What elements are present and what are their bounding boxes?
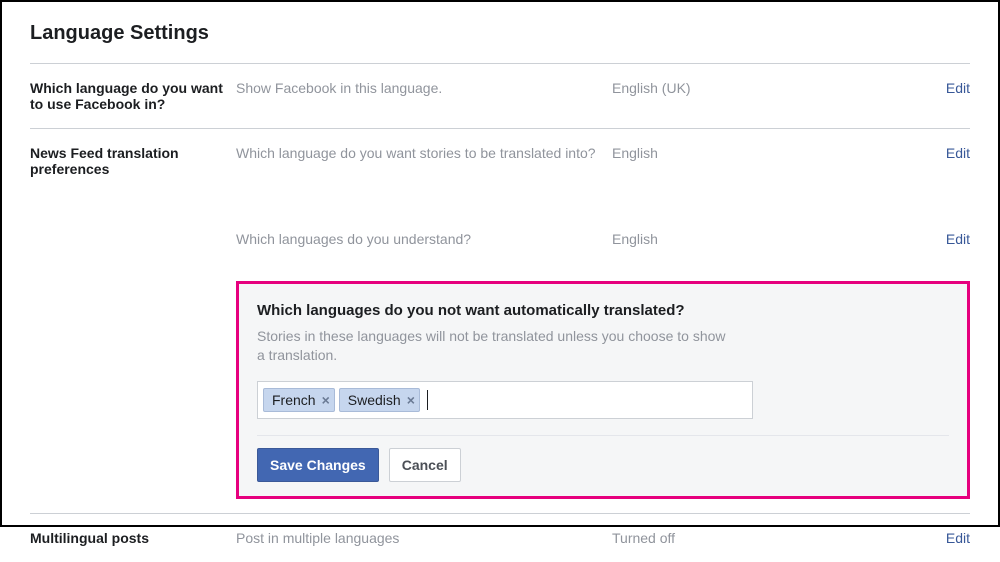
row-label-facebook-lang: Which language do you want to use Facebo… (30, 80, 236, 112)
row-value-multilingual: Turned off (612, 530, 930, 546)
row-desc-languages-understand: Which languages do you understand? (236, 231, 612, 247)
row-label-multilingual: Multilingual posts (30, 530, 236, 546)
panel-no-auto-translate: Which languages do you not want automati… (236, 281, 970, 499)
row-value-facebook-lang: English (UK) (612, 80, 930, 96)
edit-link-languages-understand[interactable]: Edit (930, 231, 970, 247)
panel-sub-no-auto-translate: Stories in these languages will not be t… (257, 327, 737, 365)
row-desc-multilingual: Post in multiple languages (236, 530, 612, 546)
text-caret (427, 390, 428, 410)
section-multilingual-posts: Multilingual posts Post in multiple lang… (30, 513, 970, 562)
language-token-label: French (272, 392, 316, 408)
edit-link-multilingual[interactable]: Edit (930, 530, 970, 546)
language-token-label: Swedish (348, 392, 401, 408)
row-value-translate-into: English (612, 145, 930, 161)
edit-link-translate-into[interactable]: Edit (930, 145, 970, 161)
panel-title-no-auto-translate: Which languages do you not want automati… (257, 302, 949, 319)
page-title: Language Settings (30, 22, 970, 45)
row-label-news-feed: News Feed translation preferences (30, 145, 236, 177)
language-token: French × (263, 388, 335, 412)
section-news-feed-translation: News Feed translation preferences Which … (30, 128, 970, 513)
remove-token-icon[interactable]: × (322, 393, 330, 407)
row-value-languages-understand: English (612, 231, 930, 247)
edit-link-facebook-lang[interactable]: Edit (930, 80, 970, 96)
row-desc-translate-into: Which language do you want stories to be… (236, 145, 612, 161)
section-facebook-language: Which language do you want to use Facebo… (30, 63, 970, 128)
remove-token-icon[interactable]: × (407, 393, 415, 407)
save-changes-button[interactable]: Save Changes (257, 448, 379, 482)
cancel-button[interactable]: Cancel (389, 448, 461, 482)
languages-no-translate-input[interactable]: French × Swedish × (257, 381, 753, 419)
language-token: Swedish × (339, 388, 420, 412)
row-desc-facebook-lang: Show Facebook in this language. (236, 80, 612, 96)
